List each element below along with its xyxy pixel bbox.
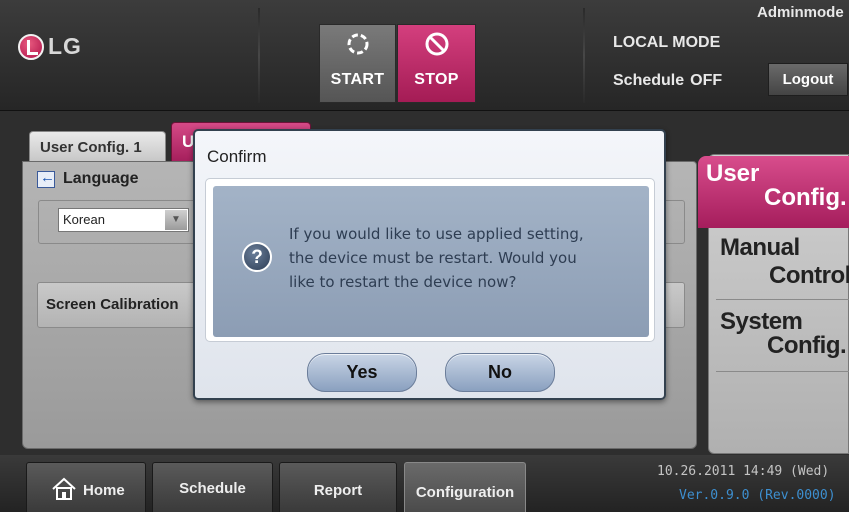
- version-label: Ver.0.9.0 (Rev.0000): [679, 488, 836, 503]
- stop-button[interactable]: STOP: [397, 24, 476, 103]
- home-icon: [52, 477, 76, 500]
- home-label: Home: [83, 482, 125, 499]
- nav-system-config[interactable]: System Config.: [716, 300, 849, 372]
- report-button[interactable]: Report: [279, 462, 397, 512]
- nav-manual-line2: Control: [769, 262, 849, 289]
- header-divider: [258, 8, 260, 103]
- language-select-value: Korean: [63, 212, 105, 227]
- tab-user-config-1[interactable]: User Config. 1: [29, 131, 166, 163]
- schedule-status: Schedule OFF: [613, 72, 722, 90]
- nav-manual-control[interactable]: Manual Control: [716, 228, 849, 300]
- lg-logo-text: LG: [48, 33, 82, 59]
- dropdown-arrow-icon[interactable]: ▼: [165, 210, 187, 230]
- language-section-header: Language: [37, 169, 139, 188]
- start-icon: [347, 33, 368, 55]
- header-divider: [583, 8, 585, 103]
- nav-system-line2: Config.: [767, 332, 847, 359]
- schedule-status-value: OFF: [690, 72, 723, 89]
- yes-button[interactable]: Yes: [307, 353, 417, 392]
- language-select[interactable]: Korean ▼: [58, 208, 189, 232]
- language-icon: [37, 169, 55, 188]
- nav-user-config[interactable]: User Config.: [698, 156, 849, 228]
- no-button[interactable]: No: [445, 353, 555, 392]
- home-button[interactable]: Home: [26, 462, 146, 512]
- stop-icon: [425, 32, 448, 56]
- dialog-message: If you would like to use applied setting…: [289, 222, 649, 294]
- dialog-message-line: If you would like to use applied setting…: [289, 225, 584, 243]
- configuration-button[interactable]: Configuration: [404, 462, 526, 512]
- nav-user-config-line2: Config.: [764, 184, 847, 211]
- report-label: Report: [313, 482, 363, 499]
- dialog-message-line: like to restart the device now?: [289, 273, 517, 291]
- dialog-title: Confirm: [207, 147, 267, 166]
- question-icon: ?: [242, 242, 272, 272]
- confirm-dialog: Confirm ? If you would like to use appli…: [193, 129, 666, 400]
- start-label: START: [330, 71, 385, 88]
- datetime-display: 10.26.2011 14:49 (Wed): [657, 464, 830, 479]
- admin-mode-label: Adminmode: [757, 4, 844, 21]
- schedule-button[interactable]: Schedule: [152, 462, 273, 512]
- mode-indicator: LOCAL MODE: [613, 34, 721, 51]
- dialog-message-line: the device must be restart. Would you: [289, 249, 577, 267]
- logout-button[interactable]: Logout: [768, 63, 848, 96]
- language-label: Language: [63, 170, 139, 187]
- stop-label: STOP: [414, 71, 459, 88]
- screen-calibration-label: Screen Calibration: [46, 296, 179, 313]
- nav-user-config-line1: User: [706, 160, 760, 187]
- schedule-status-label: Schedule: [613, 72, 685, 89]
- lg-logo-icon: [18, 33, 44, 60]
- schedule-label: Schedule: [179, 480, 246, 497]
- lg-logo: LG: [18, 33, 82, 60]
- configuration-label: Configuration: [415, 484, 515, 501]
- start-button[interactable]: START: [319, 24, 396, 103]
- nav-manual-line1: Manual: [720, 234, 800, 261]
